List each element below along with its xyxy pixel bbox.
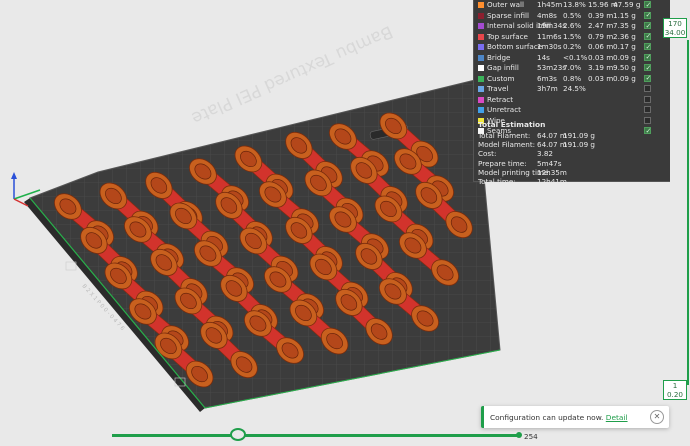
legend-row: Travel 3h7m 24.5% [474,84,670,95]
estimation-value: 12h41m [537,177,567,186]
legend-visibility-checkbox[interactable] [644,21,651,31]
total-estimation-title: Total Estimation [478,120,546,129]
legend-name: Sparse infill [487,10,530,20]
legend-swatch [478,86,484,92]
legend-weight: 1.15 g [613,10,636,20]
legend-swatch [478,54,484,61]
layer-top-height: 34.00 [664,28,686,37]
legend-weight: 0.09 g [613,52,636,62]
legend-time: 11m6s [537,31,562,41]
legend-percent: 13.8% [563,0,586,9]
legend-name: Custom [487,73,515,83]
move-slider-left-handle[interactable] [230,428,246,441]
legend-name: Unretract [487,105,521,114]
close-icon[interactable]: ✕ [650,410,664,424]
legend-swatch [478,65,484,71]
legend-length: 0.06 m [588,42,614,51]
legend-swatch [478,2,484,8]
legend-percent: 7.0% [563,63,582,72]
layer-bottom-height: 0.20 [666,390,683,399]
move-slider-track[interactable] [112,434,520,437]
legend-percent: 24.5% [563,84,586,93]
legend-name: Travel [487,84,509,93]
legend-visibility-checkbox[interactable] [644,73,651,84]
legend-swatch [478,107,484,113]
legend-length: 0.03 m [588,52,614,62]
legend-visibility-checkbox[interactable] [644,106,651,113]
legend-length: 0.03 m [588,73,614,83]
legend-percent: <0.1% [563,52,588,62]
notification-text: Configuration can update now. [490,413,604,422]
legend-name: Bridge [487,52,511,62]
layer-top-value: 170 [668,19,682,28]
legend-visibility-checkbox[interactable] [644,42,651,52]
legend-row: Custom 6m3s 0.8% 0.03 m 0.09 g [474,73,670,85]
legend-row: Gap infill 53m23s 7.0% 3.19 m 9.50 g [474,63,670,74]
legend-name: Retract [487,94,514,104]
layer-bottom-value: 1 [672,381,678,390]
notification-detail-link[interactable]: Detail [606,413,628,422]
estimation-value-secondary: 191.09 g [563,140,595,150]
legend-name: Outer wall [487,0,524,9]
legend-swatch [478,75,484,82]
legend-row: Top surface 11m6s 1.5% 0.79 m 2.36 g [474,31,670,43]
layer-slider-top-handle[interactable]: 170 34.00 [663,18,687,38]
legend-row: Retract [474,95,670,106]
legend-length: 2.47 m [588,21,614,30]
legend-percent: 2.6% [563,21,582,30]
legend-time: 14s [537,52,550,62]
legend-length: 3.19 m [588,63,614,72]
legend-time: 1h45m [537,0,563,9]
legend-row: Internal solid infill 19m34s 2.6% 2.47 m 7.3… [474,21,670,32]
legend-swatch [478,23,484,29]
legend-name: Gap infill [487,63,519,72]
legend-visibility-checkbox[interactable] [644,63,651,73]
legend-visibility-checkbox[interactable] [644,126,651,136]
legend-length: 0.79 m [588,31,614,41]
legend-weight: 2.36 g [613,31,636,41]
legend-swatch [478,44,484,50]
legend-time: 53m23s [537,63,567,72]
legend-row: Bridge 14s <0.1% 0.03 m 0.09 g [474,52,670,64]
legend-time: 1m30s [537,42,562,51]
legend-row: Unretract [474,105,670,116]
legend-percent: 1.5% [563,31,582,41]
layer-slider-track[interactable] [687,40,689,385]
legend-weight: 0.09 g [613,73,636,83]
legend-weight: 9.50 g [613,63,636,72]
legend-visibility-checkbox[interactable] [644,85,651,92]
legend-weight: 7.35 g [613,21,636,30]
legend-time: 6m3s [537,73,557,83]
legend-visibility-checkbox[interactable] [644,52,651,63]
legend-row: Bottom surface 1m30s 0.2% 0.06 m 0.17 g [474,42,670,53]
legend-visibility-checkbox[interactable] [644,10,651,21]
legend-row: Outer wall 1h45m 13.8% 15.96 m 47.59 g [474,0,670,11]
legend-row: Sparse infill 4m8s 0.5% 0.39 m 1.15 g [474,10,670,22]
legend-visibility-checkbox[interactable] [644,0,651,10]
update-notification: Configuration can update now. Detail ✕ [481,406,669,428]
legend-swatch [478,96,484,103]
legend-time: 19m34s [537,21,567,30]
legend-visibility-checkbox[interactable] [644,116,651,124]
legend-visibility-checkbox[interactable] [644,31,651,42]
legend-swatch [478,12,484,19]
legend-visibility-checkbox[interactable] [644,95,651,103]
legend-percent: 0.8% [563,73,582,83]
legend-percent: 0.2% [563,42,582,51]
legend-name: Bottom surface [487,42,543,51]
legend-swatch [478,33,484,40]
legend-time: 4m8s [537,10,557,20]
gcode-legend-panel: Outer wall1h45m13.8%15.96 m47.59 gSparse… [473,0,670,186]
legend-time: 3h7m [537,84,558,93]
legend-length: 0.39 m [588,10,614,20]
move-slider-right-handle[interactable] [516,432,522,438]
legend-weight: 47.59 g [613,0,641,9]
move-slider-value: 254 [524,432,538,441]
legend-percent: 0.5% [563,10,582,20]
layer-slider-bottom-handle[interactable]: 1 0.20 [663,380,687,400]
legend-weight: 0.17 g [613,42,636,51]
legend-name: Top surface [487,31,528,41]
estimation-label: Total time: [478,177,516,186]
